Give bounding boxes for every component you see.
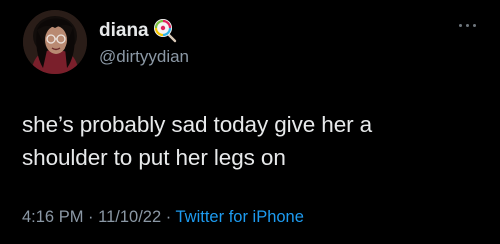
lollipop-icon <box>152 17 178 43</box>
meta-separator: · <box>161 208 176 226</box>
user-handle[interactable]: @dirtyydian <box>99 47 189 67</box>
tweet-card: diana @dirtyydian she’s probably sad tod… <box>0 0 500 244</box>
display-name[interactable]: diana <box>99 20 149 42</box>
avatar[interactable] <box>23 10 87 74</box>
more-dots-icon[interactable] <box>458 22 480 30</box>
tweet-time[interactable]: 4:16 PM <box>22 208 83 226</box>
tweet-text-line: she’s probably sad today give her a <box>22 112 373 137</box>
tweet-source[interactable]: Twitter for iPhone <box>176 208 304 226</box>
meta-separator: · <box>83 208 99 226</box>
tweet-text-line: shoulder to put her legs on <box>22 145 286 170</box>
tweet-date[interactable]: 11/10/22 <box>98 208 161 226</box>
tweet-meta: 4:16 PM · 11/10/22 · Twitter for iPhone <box>22 207 304 227</box>
tweet-text: she’s probably sad today give her a shou… <box>22 108 492 174</box>
